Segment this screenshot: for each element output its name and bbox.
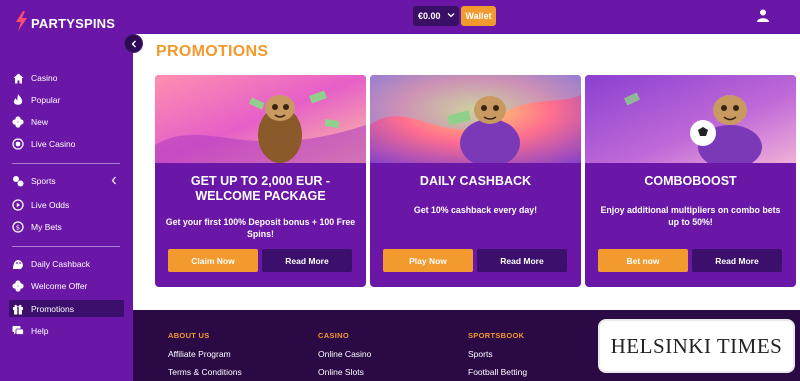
sidebar-item-label: Daily Cashback xyxy=(31,259,91,269)
promo-card-daily-cashback: DAILY CASHBACK Get 10% cashback every da… xyxy=(370,75,581,287)
promo-banner-image xyxy=(155,75,366,163)
sidebar-item-label: Live Casino xyxy=(31,139,76,149)
promo-title: COMBOBOOST xyxy=(644,174,737,188)
read-more-button[interactable]: Read More xyxy=(477,249,567,272)
sidebar-item-new[interactable]: New xyxy=(12,113,124,131)
sidebar-item-label: New xyxy=(31,117,49,127)
sidebar-item-label: Promotions xyxy=(31,303,74,314)
sidebar-collapse-button[interactable] xyxy=(124,34,143,53)
promo-description: Get 10% cashback every day! xyxy=(413,205,538,215)
promo-description: Get your first 100% Deposit bonus + 100 … xyxy=(165,217,356,239)
promo-title: DAILY CASHBACK xyxy=(419,174,532,188)
clover-icon xyxy=(12,280,24,292)
sidebar-item-my-bets[interactable]: $ My Bets xyxy=(12,218,124,236)
promo-banner-image xyxy=(585,75,796,163)
gift-icon xyxy=(12,303,24,315)
read-more-button[interactable]: Read More xyxy=(692,249,782,272)
flame-icon xyxy=(12,94,24,106)
watermark-text: HELSINKI TIMES xyxy=(610,333,783,358)
sidebar-item-label: Sports xyxy=(31,176,56,186)
chevron-left-icon xyxy=(131,40,136,47)
wallet-button[interactable]: Wallet xyxy=(461,6,496,26)
promo-card-welcome: GET UP TO 2,000 EUR - WELCOME PACKAGE Ge… xyxy=(155,75,366,287)
footer-heading-sportsbook: SPORTSBOOK xyxy=(468,331,525,340)
promo-card-comboboost: COMBOBOOST Enjoy additional multipliers … xyxy=(585,75,796,287)
sidebar-item-live-odds[interactable]: Live Odds xyxy=(12,196,124,214)
sidebar-item-label: My Bets xyxy=(31,222,62,232)
play-now-button[interactable]: Play Now xyxy=(383,249,473,272)
footer-link[interactable]: Affiliate Program xyxy=(168,349,231,359)
chevron-left-icon xyxy=(111,176,116,185)
sidebar-item-label: Popular xyxy=(31,95,61,105)
sidebar-item-label: Casino xyxy=(31,73,58,83)
footer-link[interactable]: Sports xyxy=(468,349,493,359)
svg-text:$: $ xyxy=(16,223,20,231)
home-icon xyxy=(12,72,24,84)
sidebar-divider xyxy=(12,163,120,164)
footer-link[interactable]: Football Betting xyxy=(468,367,527,377)
clover-icon xyxy=(12,116,24,128)
chevron-down-icon xyxy=(447,13,455,18)
play-circle-icon xyxy=(12,199,24,211)
watermark-logo: HELSINKI TIMES xyxy=(600,321,793,371)
page-title: PROMOTIONS xyxy=(156,43,269,60)
balance-dropdown[interactable]: €0.00 xyxy=(413,6,459,26)
top-bar: PARTYSPINS €0.00 Wallet xyxy=(0,0,800,34)
footer-heading-about: ABOUT US xyxy=(168,331,210,340)
sidebar-item-label: Live Odds xyxy=(31,200,70,210)
coin-icon: $ xyxy=(12,221,24,233)
user-icon[interactable] xyxy=(757,9,769,22)
claim-now-button[interactable]: Claim Now xyxy=(168,249,258,272)
help-chat-icon xyxy=(12,325,24,337)
sidebar-item-help[interactable]: Help xyxy=(12,322,124,340)
logo-text: PARTYSPINS xyxy=(31,15,116,31)
sloth-icon xyxy=(12,258,24,270)
footer-heading-casino: CASINO xyxy=(318,331,349,340)
footer-link[interactable]: Online Casino xyxy=(318,349,371,359)
sidebar-item-welcome-offer[interactable]: Welcome Offer xyxy=(12,277,124,295)
sidebar-item-promotions[interactable]: Promotions xyxy=(9,300,124,317)
sidebar-item-sports[interactable]: Sports xyxy=(12,172,124,190)
promo-title: GET UP TO 2,000 EUR - WELCOME PACKAGE xyxy=(190,174,331,203)
promo-banner-image xyxy=(370,75,581,163)
promo-description: Enjoy additional multipliers on combo be… xyxy=(600,205,781,227)
footer-link[interactable]: Online Slots xyxy=(318,367,364,377)
sidebar-item-live-casino[interactable]: Live Casino xyxy=(12,135,124,153)
sidebar-item-label: Help xyxy=(31,326,49,336)
sidebar-item-daily-cashback[interactable]: Daily Cashback xyxy=(12,255,124,273)
sidebar-item-popular[interactable]: Popular xyxy=(12,91,124,109)
main-content: PROMOTIONS GET UP TO 2,000 EUR - WELCOME… xyxy=(133,34,800,310)
sports-icon xyxy=(12,175,24,187)
sidebar-item-casino[interactable]: Casino xyxy=(12,69,124,87)
read-more-button[interactable]: Read More xyxy=(262,249,352,272)
balance-value: €0.00 xyxy=(418,11,441,21)
live-dot-icon xyxy=(12,138,24,150)
lightning-icon xyxy=(16,11,27,31)
sidebar-item-label: Welcome Offer xyxy=(31,281,88,291)
sidebar-divider xyxy=(12,246,120,247)
footer-link[interactable]: Terms & Conditions xyxy=(168,367,242,377)
bet-now-button[interactable]: Bet now xyxy=(598,249,688,272)
logo[interactable]: PARTYSPINS xyxy=(14,11,116,33)
